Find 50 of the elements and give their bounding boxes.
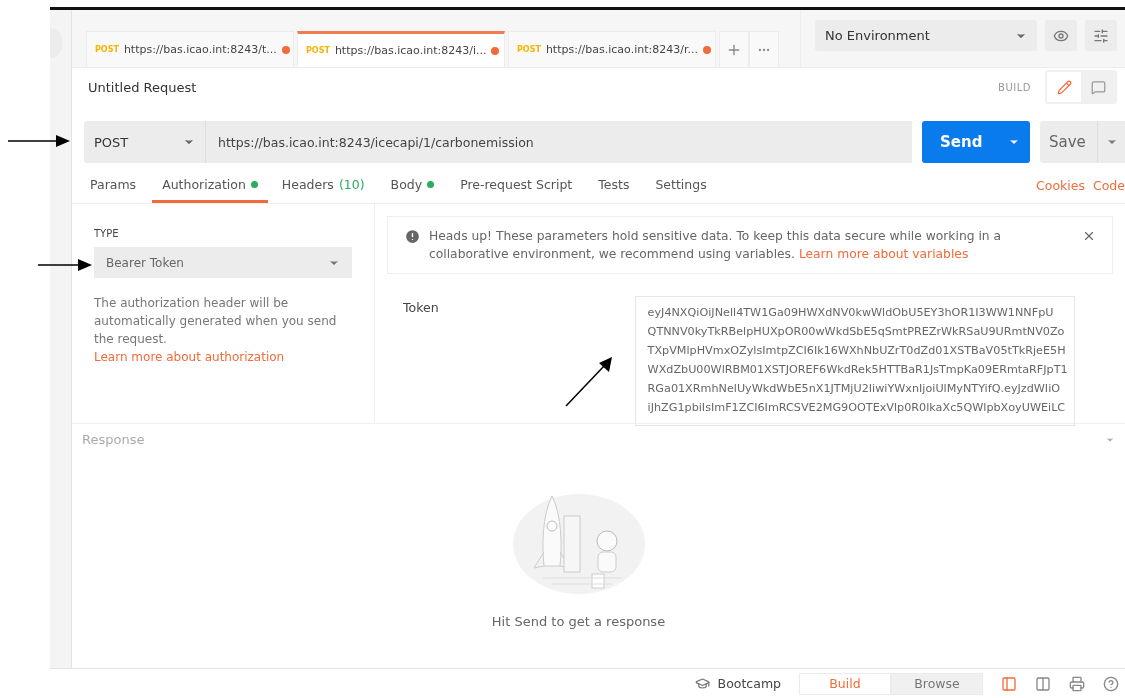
send-button[interactable]: Send (922, 121, 1030, 163)
settings-button[interactable] (1085, 20, 1117, 51)
url-field[interactable]: https://bas.icao.int:8243/icecapi/1/carbonemission (206, 121, 912, 163)
auth-description: The authorization header will be automatically generated when you send the request. Learn more about authorization (94, 295, 338, 366)
alert-icon (404, 228, 421, 245)
annotation-arrow (565, 357, 613, 407)
token-field[interactable]: eyJ4NXQiOiJNell4TW1Ga09HWXdNV0kwWldObU5EY3hOR1I3WW1NNFpU QTNNV0kyTkRBelpHUXpOR00wWkdSbE5qSmtPREZrWkRSaU9URmtNV0Zo TXpVMlpHVmxOZylsImtpZCI6Ik16WXhNbUZrT0dZd01XSTBaV05tTkRjeE5H WXdZbU00WlRBM01XSTJOREF6WkdRek5HTTBaR1JsTmpKa09ERmtaRFJpT1 RGa01XRmhNelUyWkdWbE5nX1JTMjU2IiwiYWxnIjoiUlMyNTYifQ.eyJzdWIiO iJhZG1pbiIsImF1ZCI6ImRCSVE2MG9OOTExVlp0R0lkaXc5QWlpbXoyUWEiLC (634, 296, 1075, 426)
section-tab[interactable]: Params (80, 168, 147, 203)
mode-toggle[interactable]: Browse (891, 672, 983, 695)
response-title: Response (82, 432, 145, 447)
token-label: Token (403, 299, 439, 317)
tab-url: https://bas.icao.int:8243/r... (545, 43, 698, 56)
pencil-icon (1056, 79, 1072, 95)
sliders-icon (1093, 27, 1109, 44)
section-tab[interactable]: Settings (645, 168, 717, 203)
auth-type-select[interactable]: Bearer Token (94, 247, 352, 278)
environment-select[interactable]: No Environment (815, 20, 1037, 51)
request-tab[interactable]: POST https://bas.icao.int:8243/r... (508, 31, 716, 67)
new-tab-button[interactable] (719, 31, 749, 67)
tab-url: https://bas.icao.int:8243/i... (334, 44, 487, 57)
empty-message: Hit Send to get a response (491, 614, 666, 629)
graduation-cap-icon (694, 676, 710, 691)
request-tab[interactable]: POST https://bas.icao.int:8243/i... (297, 31, 505, 67)
notice-text: Heads up! These parameters hold sensitive data. To keep this data secure while working in a collaborative environment, we recommend using variables. Learn more about variables (429, 228, 1003, 263)
section-tab[interactable]: Pre-request Script (450, 168, 583, 203)
help-icon[interactable] (1103, 675, 1119, 692)
annotation-arrow (8, 135, 70, 147)
method-label: POST (517, 45, 541, 54)
printer-icon[interactable] (1069, 675, 1085, 692)
section-tab[interactable]: Authorization (152, 168, 268, 203)
pencil-button[interactable] (1047, 72, 1081, 102)
eye-button[interactable] (1045, 20, 1077, 51)
method-select[interactable]: POST (84, 121, 206, 163)
two-pane-icon[interactable] (1035, 675, 1051, 692)
save-button[interactable]: Save (1040, 121, 1125, 163)
request-title: Untitled Request (88, 79, 197, 95)
method-label: POST (95, 45, 119, 54)
close-icon[interactable] (1082, 229, 1096, 243)
request-tab[interactable]: POST https://bas.icao.int:8243/t... (86, 31, 294, 67)
section-tab[interactable]: Tests (588, 168, 640, 203)
comment-icon (1090, 79, 1106, 95)
sidebar-toggle-icon[interactable] (1001, 675, 1017, 692)
annotation-arrow (38, 259, 92, 271)
type-label: TYPE (94, 228, 120, 239)
section-tab[interactable]: Body (380, 168, 445, 203)
mode-label: BUILD (998, 81, 1031, 93)
bootcamp-button[interactable]: Bootcamp (694, 676, 781, 691)
tab-url: https://bas.icao.int:8243/t... (123, 43, 277, 56)
method-label: POST (306, 46, 330, 55)
section-tab[interactable]: Headers (10) (271, 168, 375, 203)
